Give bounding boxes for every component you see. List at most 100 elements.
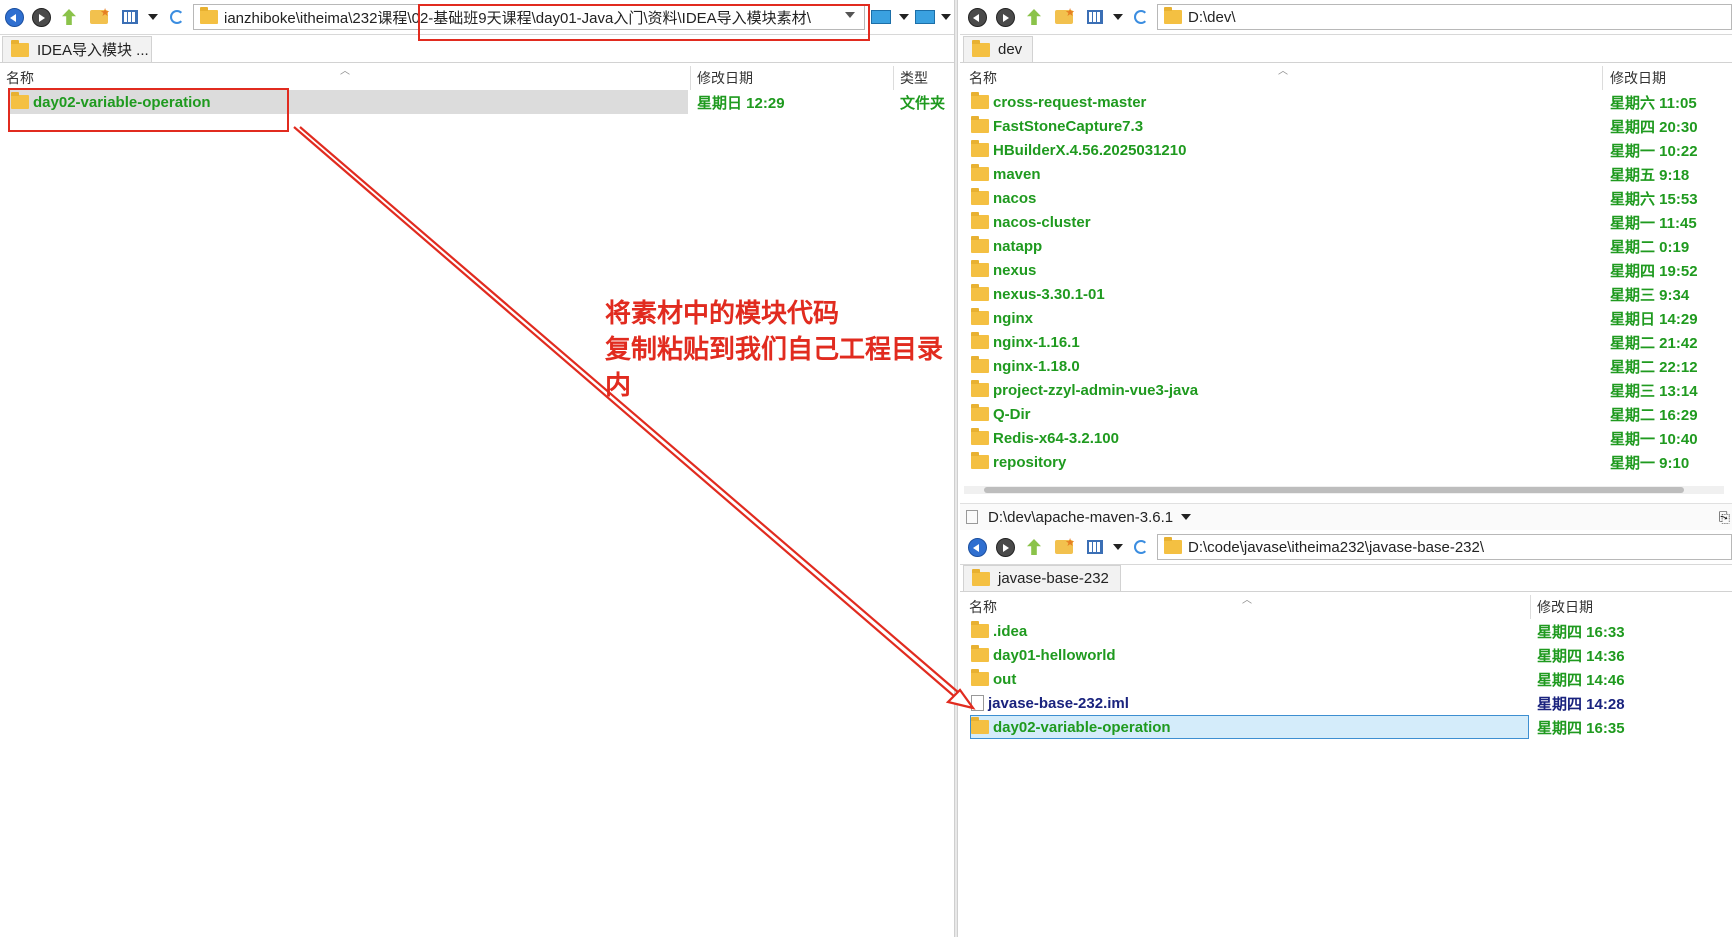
folder-icon: [971, 621, 989, 638]
list-item[interactable]: javase-base-232.iml: [971, 691, 1129, 715]
view-button[interactable]: [1084, 6, 1106, 28]
view-dropdown[interactable]: [142, 6, 164, 28]
left-tab[interactable]: IDEA导入模块 ...: [2, 36, 152, 62]
column-separator[interactable]: [893, 66, 894, 90]
monitor-button[interactable]: [870, 6, 892, 28]
view-dropdown[interactable]: [1107, 536, 1129, 558]
up-button[interactable]: [58, 6, 80, 28]
tab-bar-line: [960, 591, 1732, 592]
item-date: 星期四 14:28: [1537, 695, 1625, 713]
favorite-folder-icon: [90, 6, 110, 24]
list-item[interactable]: nacos: [971, 186, 1036, 210]
tab-bar-line: [960, 62, 1732, 63]
folder-icon: [1164, 537, 1182, 554]
list-item[interactable]: day02-variable-operation: [971, 715, 1171, 739]
annotation-line-3: 内: [605, 370, 632, 400]
list-item[interactable]: out: [971, 667, 1016, 691]
item-name: Redis-x64-3.2.100: [993, 429, 1119, 447]
column-header-date[interactable]: 修改日期: [1537, 596, 1717, 618]
column-header-date[interactable]: 修改日期: [697, 67, 887, 89]
column-header-date[interactable]: 修改日期: [1610, 67, 1730, 89]
item-name: out: [993, 670, 1017, 688]
scrollbar-thumb[interactable]: [984, 487, 1684, 493]
list-item[interactable]: maven: [971, 162, 1041, 186]
favorites-button[interactable]: [88, 6, 110, 28]
forward-button[interactable]: [30, 6, 52, 28]
annotation-line-2: 复制粘贴到我们自己工程目录: [605, 334, 944, 364]
up-button[interactable]: [1023, 536, 1045, 558]
refresh-button[interactable]: [1130, 6, 1152, 28]
right-top-address-bar[interactable]: D:\dev\: [1157, 4, 1732, 30]
back-button[interactable]: [966, 6, 988, 28]
item-name: nginx: [993, 309, 1033, 327]
sort-up-icon: ︿: [1278, 66, 1288, 77]
forward-button[interactable]: [994, 536, 1016, 558]
tab-label: javase-base-232: [998, 570, 1109, 587]
item-name: day01-helloworld: [993, 646, 1116, 664]
annotation-line-1: 将素材中的模块代码: [605, 298, 840, 328]
list-item[interactable]: cross-request-master: [971, 90, 1146, 114]
item-date: 星期一 10:40: [1610, 430, 1698, 448]
favorites-button[interactable]: [1053, 536, 1075, 558]
list-item[interactable]: day01-helloworld: [971, 643, 1116, 667]
right-bottom-toolbar: D:\code\javase\itheima232\javase-base-23…: [960, 530, 1732, 565]
list-item[interactable]: nginx-1.16.1: [971, 330, 1080, 354]
item-date: 星期四 14:46: [1537, 671, 1625, 689]
refresh-icon: [1134, 10, 1148, 24]
back-button[interactable]: [3, 6, 25, 28]
column-separator[interactable]: [690, 66, 691, 90]
item-date: 星期二 21:42: [1610, 334, 1698, 352]
list-item[interactable]: repository: [971, 450, 1066, 474]
forward-button[interactable]: [994, 6, 1016, 28]
highlight-address-box: [418, 4, 870, 41]
tab-label: IDEA导入模块 ...: [37, 42, 149, 59]
item-date: 星期四 19:52: [1610, 262, 1698, 280]
list-item[interactable]: nginx-1.18.0: [971, 354, 1080, 378]
list-item[interactable]: Q-Dir: [971, 402, 1031, 426]
item-name: maven: [993, 165, 1041, 183]
column-separator[interactable]: [1602, 66, 1603, 90]
list-item[interactable]: natapp: [971, 234, 1042, 258]
item-name: javase-base-232.iml: [988, 694, 1129, 712]
link-icon[interactable]: ⎘: [1719, 509, 1730, 526]
folder-icon: [971, 356, 989, 373]
view-button[interactable]: [1084, 536, 1106, 558]
right-bottom-address-bar[interactable]: D:\code\javase\itheima232\javase-base-23…: [1157, 534, 1732, 560]
view-button[interactable]: [119, 6, 141, 28]
right-top-tab[interactable]: dev: [963, 36, 1033, 62]
back-button[interactable]: [966, 536, 988, 558]
favorites-button[interactable]: [1053, 6, 1075, 28]
folder-icon: [971, 428, 989, 445]
list-item[interactable]: nexus: [971, 258, 1036, 282]
item-name: .idea: [993, 622, 1028, 640]
right-bottom-tab[interactable]: javase-base-232: [963, 565, 1121, 591]
folder-icon: [971, 140, 989, 157]
monitor-dropdown[interactable]: [893, 6, 915, 28]
list-item[interactable]: nacos-cluster: [971, 210, 1091, 234]
view-dropdown[interactable]: [1107, 6, 1129, 28]
chevron-down-icon: [899, 14, 909, 20]
chevron-down-icon[interactable]: [1181, 514, 1192, 520]
folder-icon: [971, 717, 989, 734]
sort-up-icon: ︿: [1242, 595, 1252, 606]
list-item[interactable]: nginx: [971, 306, 1033, 330]
display-button[interactable]: [914, 6, 936, 28]
list-item[interactable]: project-zzyl-admin-vue3-java: [971, 378, 1198, 402]
refresh-button[interactable]: [166, 6, 188, 28]
folder-icon: [972, 568, 990, 586]
up-button[interactable]: [1023, 6, 1045, 28]
pane-divider[interactable]: [954, 0, 958, 937]
refresh-button[interactable]: [1130, 536, 1152, 558]
column-header-type[interactable]: 类型: [900, 67, 950, 89]
item-name: nacos-cluster: [993, 213, 1091, 231]
column-separator[interactable]: [1530, 595, 1531, 619]
list-item[interactable]: .idea: [971, 619, 1027, 643]
list-item[interactable]: FastStoneCapture7.3: [971, 114, 1143, 138]
list-item[interactable]: Redis-x64-3.2.100: [971, 426, 1119, 450]
horizontal-scrollbar[interactable]: [964, 486, 1724, 494]
folder-icon: [200, 7, 218, 24]
list-item[interactable]: HBuilderX.4.56.2025031210: [971, 138, 1186, 162]
item-date: 星期三 13:14: [1610, 382, 1698, 400]
item-date: 星期六 11:05: [1610, 94, 1697, 112]
list-item[interactable]: nexus-3.30.1-01: [971, 282, 1105, 306]
